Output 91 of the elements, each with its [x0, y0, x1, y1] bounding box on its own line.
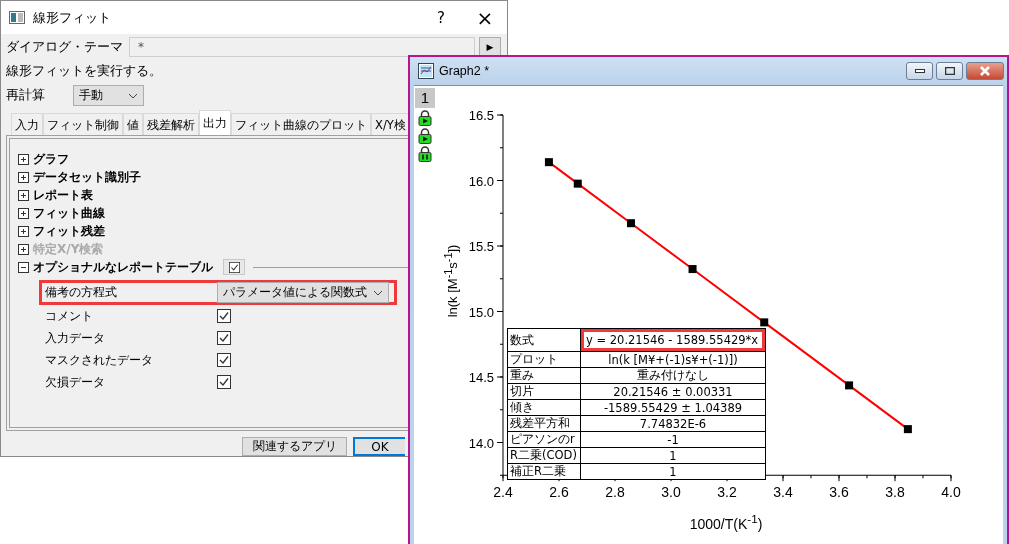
checkbox[interactable]: [217, 375, 231, 389]
tree-item[interactable]: オプショナルなレポートテーブル: [33, 258, 213, 276]
table-cell: -1: [580, 431, 766, 448]
table-cell: 傾き: [507, 399, 581, 416]
table-cell: 残差平方和: [507, 415, 581, 432]
option-label: コメント: [44, 307, 94, 325]
table-cell: -1589.55429 ± 1.04389: [580, 399, 766, 416]
minimize-icon: [914, 69, 925, 73]
dialog-button[interactable]: OK: [353, 437, 405, 456]
option-label: マスクされたデータ: [44, 351, 154, 369]
close-button[interactable]: ×: [469, 3, 501, 32]
tab[interactable]: 値: [123, 113, 143, 135]
checkbox[interactable]: [217, 331, 231, 345]
axis-tick-label: 3.4: [773, 484, 793, 501]
expand-icon[interactable]: [18, 189, 29, 201]
window-icon: [9, 11, 25, 24]
table-cell: 20.21546 ± 0.00331: [580, 383, 766, 400]
checkbox[interactable]: [217, 353, 231, 367]
graph-icon: [418, 63, 434, 79]
option-label: 備考の方程式: [44, 284, 118, 301]
option-label: 入力データ: [44, 329, 106, 347]
option-label: 欠損データ: [44, 373, 106, 391]
axis-tick-label: 14.0: [468, 435, 494, 451]
tree-item[interactable]: レポート表: [33, 186, 93, 204]
table-cell: 切片: [507, 383, 581, 400]
axis-tick-label: 2.4: [493, 484, 513, 501]
theme-field[interactable]: *: [129, 37, 475, 57]
table-cell: 補正R二乗: [507, 463, 581, 480]
tree-item[interactable]: フィット曲線: [33, 204, 105, 222]
x-axis-title: 1000/T(K$^{-1}$): [689, 512, 763, 532]
chevron-icon: [128, 92, 138, 99]
axis-tick-label: 14.5: [468, 370, 494, 385]
help-button[interactable]: ?: [425, 3, 457, 32]
table-cell: 重み: [507, 367, 581, 384]
axis-tick-label: 15.0: [468, 304, 494, 320]
recalculate-dropdown[interactable]: 手動: [73, 85, 144, 106]
expand-icon[interactable]: [18, 225, 29, 237]
minimize-button[interactable]: [906, 62, 933, 80]
description-text: 線形フィットを実行する。: [6, 63, 162, 80]
lock-icon[interactable]: [418, 110, 432, 126]
table-cell: R二乗(COD): [507, 447, 581, 464]
tab[interactable]: X/Y検: [371, 113, 410, 135]
axis-tick-label: 3.6: [829, 484, 849, 501]
tab[interactable]: 残差解析: [143, 113, 199, 135]
expand-icon[interactable]: [18, 207, 29, 219]
maximize-button[interactable]: [936, 62, 963, 80]
field-label: ダイアログ・テーマ: [5, 38, 124, 56]
layer-tab[interactable]: 1: [415, 88, 435, 108]
axis-tick-label: 3.0: [661, 484, 681, 501]
axis-tick-label: 3.8: [885, 484, 905, 501]
tree-item[interactable]: データセット識別子: [33, 168, 141, 186]
tab[interactable]: フィット制御: [43, 113, 123, 135]
axis-tick-label: 15.5: [468, 239, 494, 254]
dialog-button[interactable]: 関連するアプリ: [242, 437, 347, 456]
table-cell: ln(k [M¥+(-1)s¥+(-1)]): [580, 351, 766, 368]
table-cell: ピアソンのr: [507, 431, 581, 448]
table-cell: プロット: [507, 351, 581, 368]
chevron-icon: [373, 289, 383, 296]
maximize-icon: [944, 67, 955, 75]
tab[interactable]: フィット曲線のプロット: [231, 113, 371, 135]
axis-tick-label: 16.5: [468, 108, 494, 123]
field-label: 再計算: [5, 87, 46, 104]
collapse-icon[interactable]: [18, 261, 29, 273]
checkbox[interactable]: [228, 261, 240, 273]
axis-tick-label: 4.0: [941, 484, 961, 501]
expand-icon[interactable]: [18, 171, 29, 183]
equation-dropdown[interactable]: パラメータ値による関数式: [217, 282, 389, 303]
table-cell: 重み付けなし: [580, 367, 766, 384]
axis-tick-label: 16.0: [468, 173, 494, 189]
axis-tick-label: 2.6: [549, 484, 569, 501]
window-title: 線形フィット: [33, 8, 112, 27]
tree-item[interactable]: グラフ: [33, 150, 69, 168]
table-cell: 7.74832E-6: [580, 415, 766, 432]
close-icon: [979, 66, 991, 76]
expand-icon[interactable]: [18, 153, 29, 165]
lock-icon[interactable]: [418, 128, 432, 144]
axis-tick-label: 2.8: [605, 484, 625, 501]
axis-tick-label: 3.2: [717, 484, 737, 501]
arrow-button[interactable]: ▶: [479, 37, 501, 57]
table-cell: 1: [580, 463, 766, 480]
tree-item[interactable]: フィット残差: [33, 222, 105, 240]
close-button[interactable]: [966, 62, 1004, 80]
lock-icon[interactable]: [418, 146, 432, 162]
table-cell: 1: [580, 447, 766, 464]
table-cell: y = 20.21546 - 1589.55429*x: [580, 328, 766, 352]
table-cell: 数式: [507, 328, 581, 352]
tab[interactable]: 入力: [11, 113, 43, 135]
checkbox-button[interactable]: [223, 259, 245, 275]
window-title: Graph2 *: [439, 64, 491, 78]
checkbox[interactable]: [217, 309, 231, 323]
tab[interactable]: 出力: [199, 110, 231, 135]
